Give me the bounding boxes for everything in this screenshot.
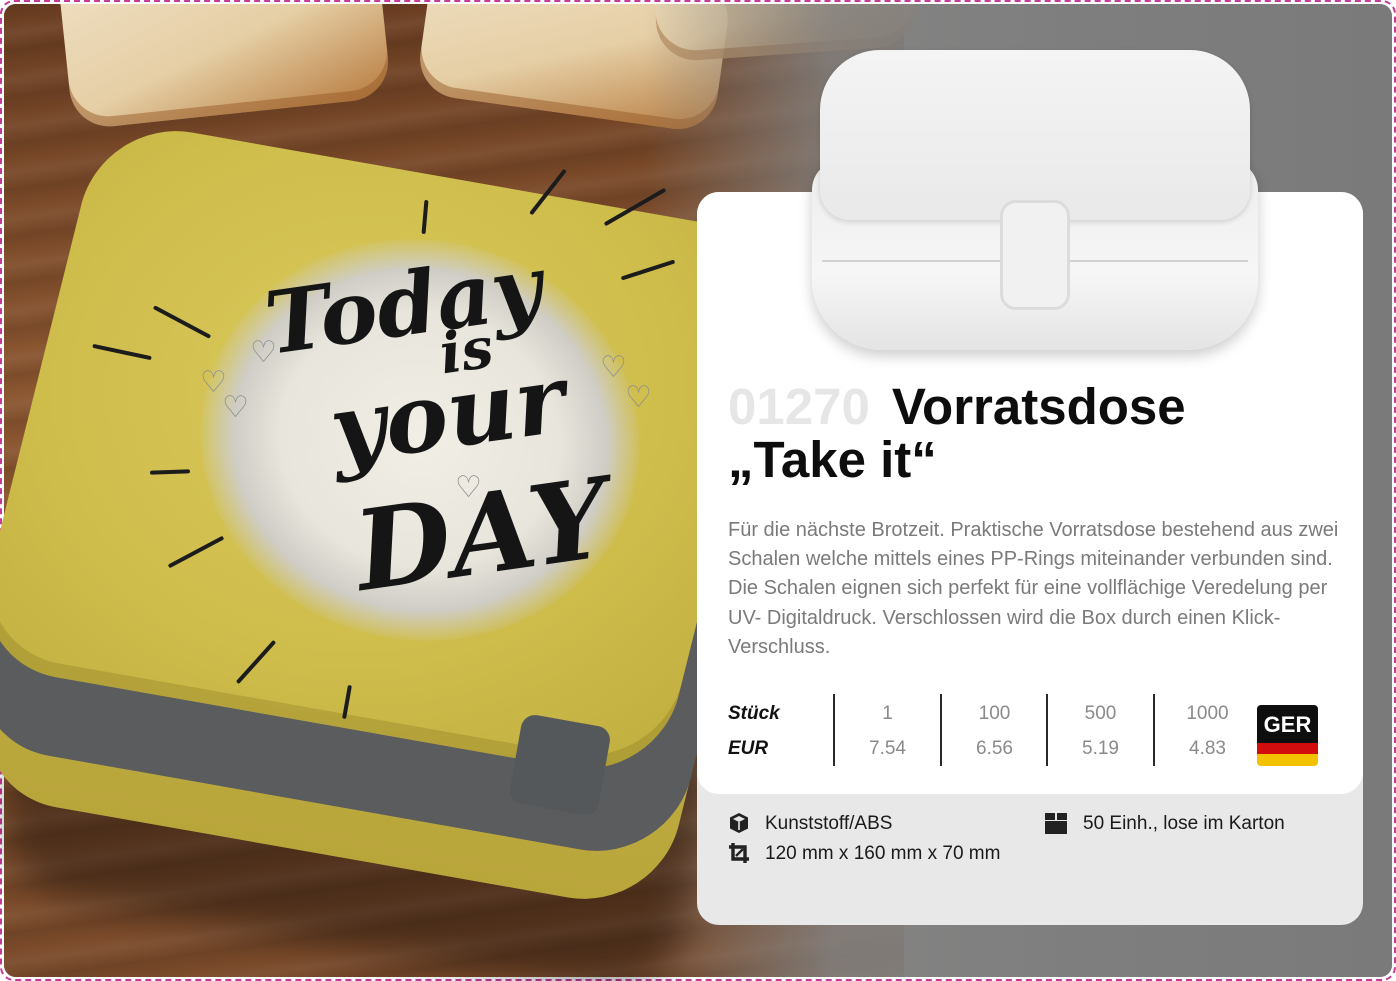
dimensions-text: 120 mm x 160 mm x 70 mm <box>765 843 1001 864</box>
currency-label: EUR <box>728 738 769 759</box>
cube-icon <box>730 813 748 833</box>
price-value: 4.83 <box>1189 738 1226 759</box>
price-column: 1000 4.83 <box>1153 694 1260 766</box>
product-title-line2: „Take it“ <box>728 431 937 488</box>
flag-stripe-gold <box>1257 754 1318 766</box>
crop-icon <box>729 843 749 863</box>
country-of-origin-badge: GER <box>1257 705 1318 766</box>
product-number: 01270 <box>728 378 870 435</box>
white-box-lid <box>820 50 1250 220</box>
quantity-value: 500 <box>1084 703 1117 724</box>
white-box-clip <box>1000 200 1070 310</box>
quantity-value: 1000 <box>1186 703 1229 724</box>
price-column: 100 6.56 <box>940 694 1047 766</box>
price-value: 5.19 <box>1082 738 1119 759</box>
product-title-line1: Vorratsdose <box>891 378 1186 435</box>
quantity-value: 100 <box>978 703 1011 724</box>
white-box-product-image <box>812 50 1258 350</box>
quantity-value: 1 <box>882 703 893 724</box>
lunchbox-clip <box>507 712 613 818</box>
price-value: 6.56 <box>976 738 1013 759</box>
material-text: Kunststoff/ABS <box>765 813 893 834</box>
flag-stripe-red <box>1257 743 1318 754</box>
price-value: 7.54 <box>869 738 906 759</box>
packaging-text: 50 Einh., lose im Karton <box>1083 813 1285 834</box>
price-column: 500 5.19 <box>1046 694 1153 766</box>
heart-doodle: ♡ <box>222 391 249 424</box>
price-table: Stück EUR 1 7.54 100 6.56 500 5.19 1000 … <box>728 694 1258 766</box>
quantity-label: Stück <box>728 703 780 724</box>
price-column: 1 7.54 <box>833 694 940 766</box>
product-description: Für die nächste Brotzeit. Praktische Vor… <box>728 519 1339 658</box>
box-icon <box>1045 813 1067 834</box>
heart-doodle: ♡ <box>600 351 627 384</box>
origin-code: GER <box>1257 705 1318 743</box>
product-title: 01270 Vorratsdose „Take it“ <box>728 380 1348 486</box>
heart-doodle: ♡ <box>625 381 652 414</box>
